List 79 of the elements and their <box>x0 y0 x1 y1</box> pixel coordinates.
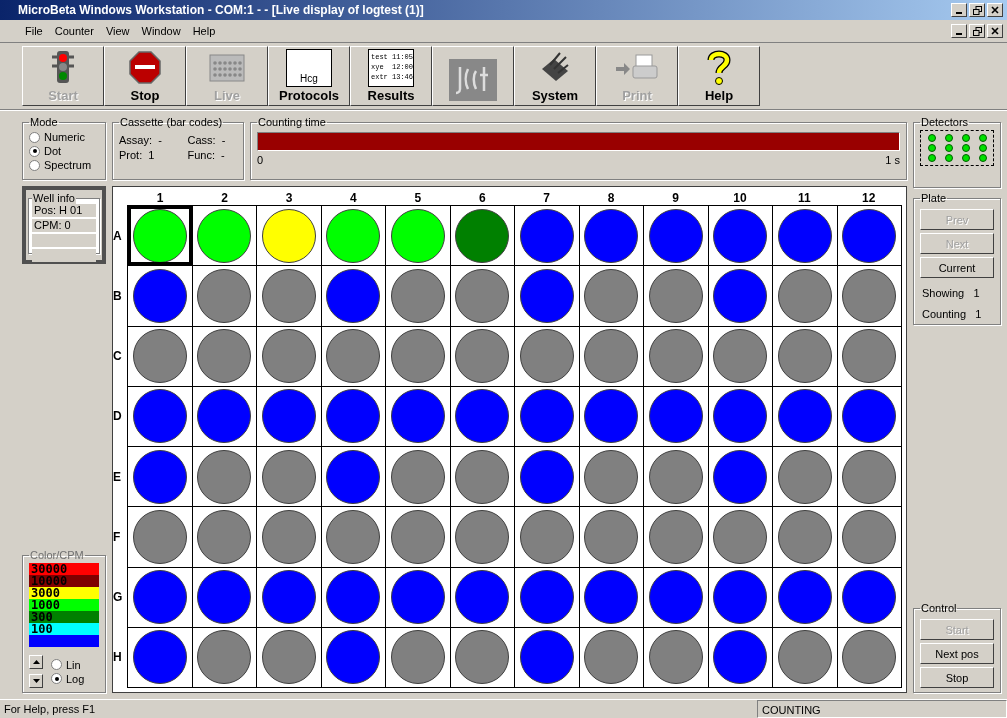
status-panel: COUNTING <box>757 700 1007 718</box>
group-label: Well info <box>32 192 76 204</box>
row-header: A <box>113 229 123 244</box>
column-header: 5 <box>413 191 423 205</box>
minimize-button[interactable] <box>951 3 967 17</box>
restore-button[interactable] <box>969 3 985 17</box>
menu-item[interactable]: View <box>100 23 135 39</box>
field-text: Assay: - <box>119 134 163 146</box>
radio-option[interactable]: Dot <box>29 144 62 158</box>
menu-item[interactable]: Counter <box>49 23 99 39</box>
group-label: Detectors <box>920 116 970 128</box>
caret-up-icon <box>32 660 40 664</box>
menu-item[interactable]: Window <box>136 23 186 39</box>
caret-down-icon <box>32 679 40 683</box>
scroll-down-button[interactable] <box>29 674 43 688</box>
row-header: E <box>113 469 122 484</box>
column-header: 11 <box>797 191 812 205</box>
window-title: MicroBeta Windows Workstation - COM:1 - - [Live display of logtest (1)] <box>18 3 425 17</box>
close-button[interactable] <box>987 3 1003 17</box>
group-label: Plate <box>920 192 948 204</box>
column-header: 12 <box>861 191 877 205</box>
color-band: 30000 <box>29 563 99 575</box>
radio-option[interactable]: Spectrum <box>29 158 92 172</box>
column-header: 2 <box>220 191 229 205</box>
toolbar-button[interactable]: Stop <box>104 46 186 106</box>
group-label: Mode <box>29 116 59 128</box>
close-icon <box>991 6 999 14</box>
group-label: Cassette (bar codes) <box>119 116 224 128</box>
column-header: 3 <box>284 191 294 205</box>
color-band: 300 <box>29 611 99 623</box>
radio-option[interactable]: Numeric <box>29 130 85 144</box>
radio-option[interactable]: Log <box>51 671 85 686</box>
toolbar-button[interactable]: Hcg Protocols <box>268 46 350 106</box>
menu-item[interactable]: Help <box>187 23 221 39</box>
control-button[interactable]: Next pos <box>920 643 994 664</box>
column-header: 10 <box>732 191 748 205</box>
restore-icon <box>972 5 982 15</box>
logo-icon <box>448 57 498 103</box>
stat-text: Counting 1 <box>921 308 983 320</box>
scroll-up-button[interactable] <box>29 655 43 669</box>
close-button[interactable] <box>987 24 1003 38</box>
row-header: H <box>113 649 123 664</box>
icon-text: Hcg <box>299 73 319 84</box>
row-header: G <box>113 589 124 604</box>
restore-button[interactable] <box>969 24 985 38</box>
field-text: Cass: - <box>187 134 227 146</box>
axis-label: 0 <box>257 154 264 166</box>
column-header: 1 <box>155 191 165 205</box>
row-header: D <box>113 409 123 424</box>
field-text: Func: - <box>187 149 226 161</box>
stat-text: Showing 1 <box>921 287 981 299</box>
column-header: 7 <box>542 191 552 205</box>
radio-option[interactable]: Lin <box>51 657 81 672</box>
group-label: Color/CPM <box>29 549 85 561</box>
field-text: Prot: 1 <box>119 149 156 161</box>
close-icon <box>991 27 999 35</box>
status-text: For Help, press F1 <box>3 702 97 717</box>
axis-label: 1 s <box>885 154 900 166</box>
menu-item[interactable]: File <box>20 23 48 39</box>
color-band: 10000 <box>29 575 99 587</box>
toolbar-button[interactable] <box>432 46 514 106</box>
column-header: 6 <box>477 191 487 205</box>
row-header: C <box>113 349 123 364</box>
group-label: Counting time <box>257 116 327 128</box>
plate-nav-button[interactable]: Current <box>920 257 994 278</box>
toolbar-button[interactable]: Help <box>678 46 760 106</box>
color-band: 1000 <box>29 599 99 611</box>
toolbar-button[interactable]: System <box>514 46 596 106</box>
column-header: 9 <box>671 191 680 205</box>
restore-icon <box>972 26 982 36</box>
color-band: 3000 <box>29 587 99 599</box>
minimize-button[interactable] <box>951 24 967 38</box>
control-button[interactable]: Stop <box>920 667 994 688</box>
column-header: 8 <box>606 191 616 205</box>
group-label: Control <box>920 602 958 614</box>
color-band: 100 <box>29 623 99 635</box>
row-header: F <box>113 529 122 544</box>
row-header: B <box>113 289 123 304</box>
column-header: 4 <box>349 191 358 205</box>
